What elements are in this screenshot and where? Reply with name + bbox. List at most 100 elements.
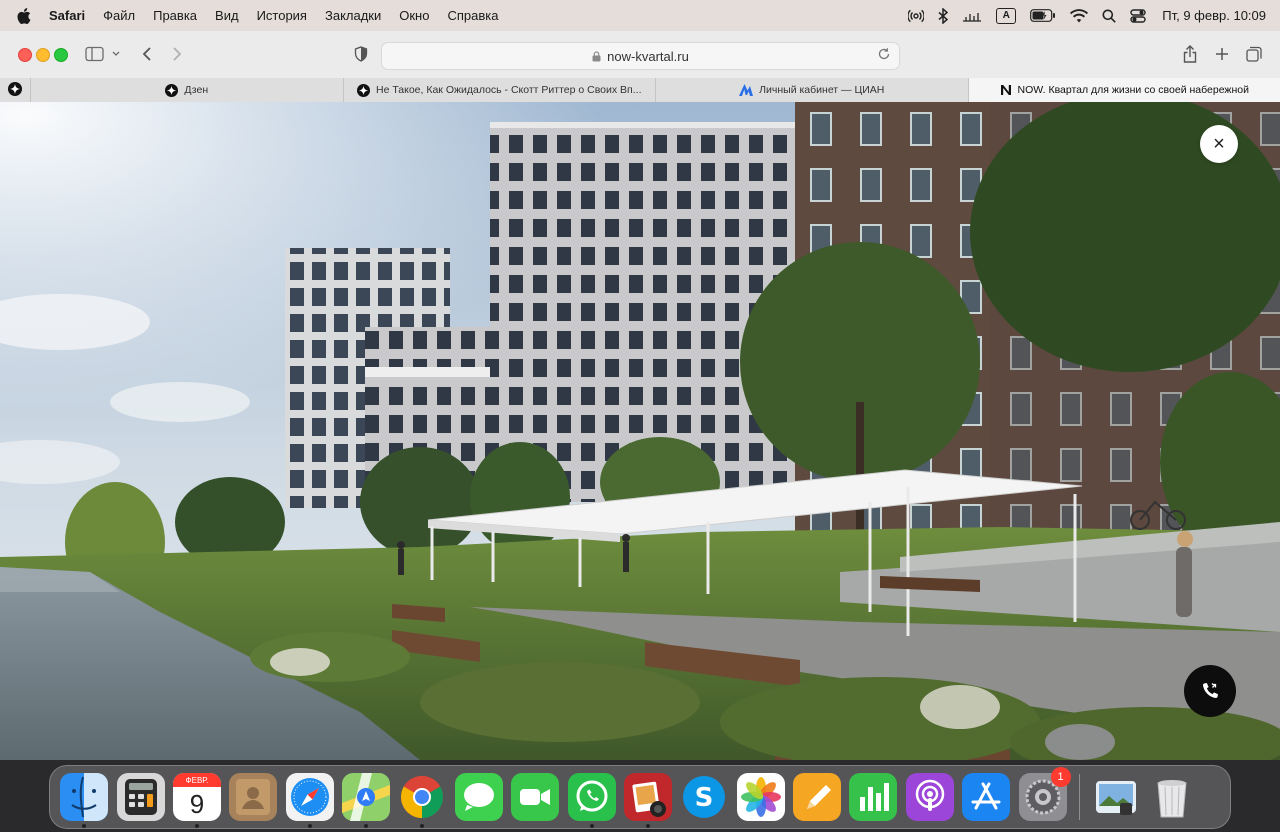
reload-icon[interactable] (877, 47, 891, 64)
running-indicator (420, 824, 425, 828)
dock-whatsapp[interactable] (567, 773, 616, 828)
running-indicator (307, 824, 312, 828)
spotlight-search-icon[interactable] (1102, 6, 1117, 26)
back-button[interactable] (139, 43, 155, 65)
dzen-icon (165, 83, 179, 97)
sidebar-toggle-button[interactable] (85, 43, 121, 65)
window-zoom-button[interactable] (54, 48, 68, 62)
numbers-icon (849, 773, 898, 821)
dock-facetime[interactable] (511, 773, 560, 821)
tab-scott-ritter[interactable]: Не Такое, Как Ожидалось - Скотт Риттер о… (344, 78, 656, 102)
tab-overview-button[interactable] (1244, 43, 1264, 65)
photos-icon (740, 777, 781, 817)
menu-history[interactable]: История (248, 8, 316, 23)
safari-toolbar: now-kvartal.ru (0, 31, 1280, 79)
dock-podcasts[interactable] (905, 773, 954, 821)
contacts-icon (229, 773, 278, 821)
window-close-button[interactable] (18, 48, 32, 62)
dock-calendar[interactable]: ФЕВР. 9 (172, 773, 221, 828)
lock-icon (592, 50, 601, 62)
control-strip-icon[interactable] (962, 6, 982, 26)
running-indicator (82, 824, 87, 828)
running-indicator (364, 824, 369, 828)
tab-label: NOW. Квартал для жизни со своей набережн… (1017, 84, 1249, 96)
finder-icon (60, 773, 109, 821)
menu-edit[interactable]: Правка (144, 8, 206, 23)
apple-menu-icon[interactable] (14, 6, 34, 26)
bluetooth-icon[interactable] (938, 6, 949, 26)
phone-icon (1202, 683, 1218, 699)
dock-preview[interactable] (1092, 773, 1140, 821)
running-indicator (645, 824, 650, 828)
notification-badge: 1 (1050, 767, 1071, 787)
safari-icon (285, 773, 334, 821)
dock-contacts[interactable] (229, 773, 278, 821)
menu-bookmarks[interactable]: Закладки (316, 8, 390, 23)
dock-trash[interactable] (1148, 773, 1196, 821)
preview-icon (1095, 781, 1136, 815)
dzen-icon (8, 81, 22, 99)
calculator-icon (116, 773, 165, 821)
call-button[interactable] (1184, 665, 1236, 717)
menu-window[interactable]: Окно (390, 8, 438, 23)
facetime-icon (511, 773, 560, 821)
control-center-icon[interactable] (1130, 6, 1146, 26)
dock-calculator[interactable] (116, 773, 165, 821)
tab-label: Личный кабинет — ЦИАН (759, 84, 885, 96)
menu-clock[interactable]: Пт, 9 февр. 10:09 (1162, 8, 1266, 23)
tab-now-kvartal[interactable]: NOW. Квартал для жизни со своей набережн… (968, 78, 1280, 102)
svg-text:S: S (695, 783, 714, 813)
tab-label: Дзен (184, 84, 209, 96)
menu-app-name[interactable]: Safari (40, 8, 94, 23)
keyboard-layout-icon[interactable]: A (996, 6, 1017, 26)
menu-help[interactable]: Справка (438, 8, 507, 23)
wifi-icon[interactable] (1070, 6, 1089, 26)
forward-button[interactable] (169, 43, 185, 65)
now-icon (1000, 84, 1012, 96)
battery-icon[interactable] (1030, 6, 1056, 26)
address-bar[interactable]: now-kvartal.ru (381, 42, 900, 70)
dock-chrome[interactable] (398, 773, 446, 828)
maps-icon (342, 773, 391, 821)
dock-safari[interactable] (285, 773, 334, 828)
chrome-icon (401, 775, 444, 818)
dock: ФЕВР. 9 S 1 (49, 765, 1231, 829)
dzen-icon (357, 83, 370, 97)
dock-pages[interactable] (793, 773, 842, 821)
tab-bar: Дзен Не Такое, Как Ожидалось - Скотт Рит… (0, 78, 1280, 103)
dock-skype[interactable]: S (680, 773, 728, 821)
dock-messages[interactable] (454, 773, 503, 821)
pages-icon (793, 773, 842, 821)
running-indicator (589, 824, 594, 828)
hero-render-image (0, 102, 1280, 760)
dock-finder[interactable] (60, 773, 109, 828)
menu-file[interactable]: Файл (94, 8, 144, 23)
whatsapp-icon (567, 773, 616, 821)
running-indicator (194, 824, 199, 828)
dock-system-settings[interactable]: 1 (1018, 767, 1071, 821)
calendar-day: 9 (189, 788, 205, 819)
tab-cian[interactable]: Личный кабинет — ЦИАН (656, 78, 969, 102)
tab-dzen[interactable]: Дзен (31, 78, 344, 102)
messages-icon (454, 773, 503, 821)
close-button[interactable]: × (1200, 125, 1238, 163)
menu-view[interactable]: Вид (206, 8, 248, 23)
menu-bar: Safari Файл Правка Вид История Закладки … (0, 0, 1280, 31)
appstore-icon (962, 773, 1011, 821)
pinned-tab[interactable] (0, 78, 31, 102)
trash-icon (1157, 780, 1187, 818)
airdrop-icon[interactable] (908, 6, 925, 26)
dock-maps[interactable] (342, 773, 391, 828)
dock-app-store[interactable] (962, 773, 1011, 821)
window-minimize-button[interactable] (36, 48, 50, 62)
dock-photos[interactable] (736, 773, 785, 821)
share-button[interactable] (1180, 43, 1200, 65)
calendar-month: ФЕВР. (172, 773, 221, 787)
new-tab-button[interactable] (1212, 43, 1232, 65)
privacy-report-shield-icon[interactable] (352, 43, 370, 65)
dock-photo-booth[interactable] (623, 773, 672, 828)
photobooth-icon (623, 773, 672, 821)
podcasts-icon (905, 773, 954, 821)
cian-icon (739, 84, 754, 96)
dock-numbers[interactable] (849, 773, 898, 821)
